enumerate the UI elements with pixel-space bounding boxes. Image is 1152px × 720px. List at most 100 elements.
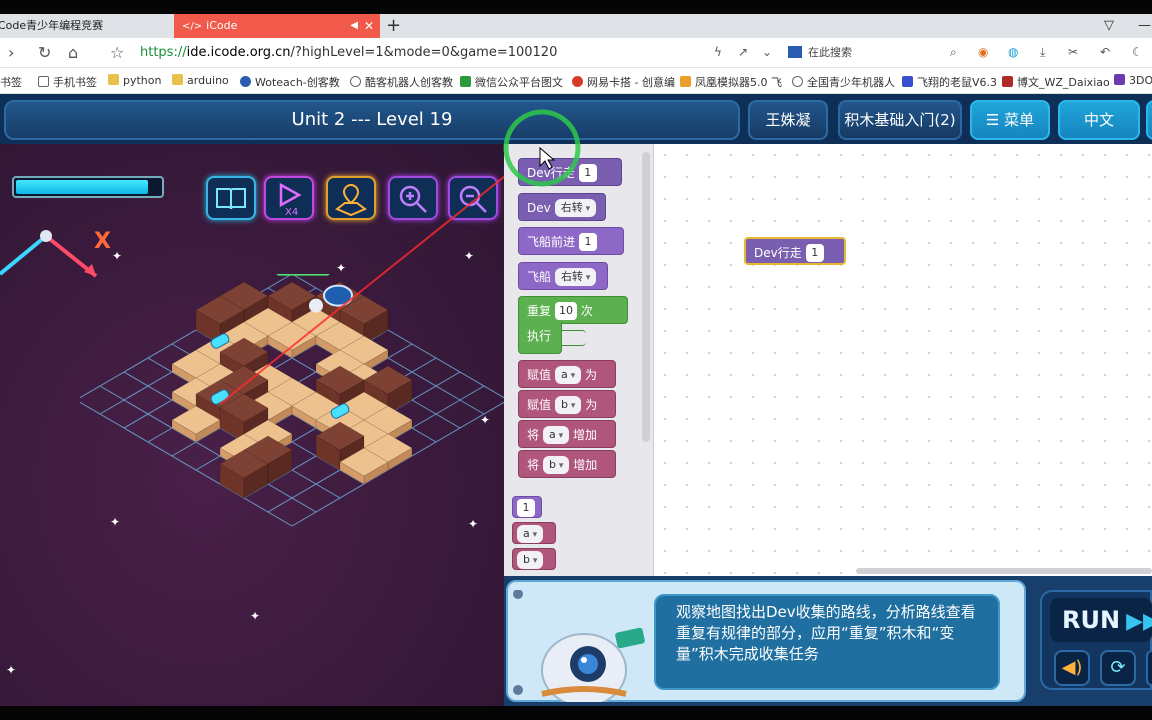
woteach-icon bbox=[240, 76, 251, 87]
turn-dropdown[interactable]: 右转 bbox=[555, 268, 597, 286]
block-assign-a[interactable]: 赋值a 为 bbox=[518, 360, 616, 388]
speaker-icon[interactable]: ◀) bbox=[1054, 650, 1090, 686]
url-scheme: https:// bbox=[140, 45, 187, 60]
game-canvas[interactable]: X4 X ✦ ✦ ✦ ✦ ✦ ✦ ✦ ✦ ✦ bbox=[0, 144, 504, 706]
menu-button[interactable]: ☰ 菜单 bbox=[970, 100, 1050, 140]
code-workspace[interactable] bbox=[654, 144, 1152, 576]
number-value-input[interactable]: 1 bbox=[517, 499, 535, 517]
extra-control-button[interactable] bbox=[1146, 650, 1152, 686]
bottom-letterbox bbox=[0, 706, 1152, 720]
url-field[interactable]: https://ide.icode.org.cn/?highLevel=1&mo… bbox=[140, 45, 557, 60]
block-increase-b[interactable]: 将b 增加 bbox=[518, 450, 616, 478]
blog-icon bbox=[1002, 76, 1013, 87]
minimize-icon[interactable]: — bbox=[1138, 14, 1151, 38]
bookmark-item[interactable]: 手机书签 bbox=[38, 74, 97, 90]
bookmark-item[interactable]: 酷客机器人创客教 bbox=[350, 74, 453, 90]
url-domain: ide.icode.org.cn bbox=[186, 45, 291, 60]
tab-audio-icon[interactable]: ◀ bbox=[350, 14, 358, 38]
game-icon[interactable]: ◉ bbox=[978, 45, 988, 59]
block-increase-a[interactable]: 将a 增加 bbox=[518, 420, 616, 448]
variable-dropdown[interactable]: a bbox=[555, 366, 582, 384]
new-tab-button[interactable]: + bbox=[386, 14, 401, 38]
screen: Code青少年编程竞赛 </> iCode ◀ ✕ + ▽ — › ↻ ⌂ ☆ h… bbox=[0, 0, 1152, 720]
block-repeat[interactable]: 重复 10 次 bbox=[518, 296, 628, 324]
bookmark-item[interactable]: 网易卡搭 - 创意编 bbox=[572, 74, 675, 90]
bookmark-item[interactable]: 全国青少年机器人 bbox=[792, 74, 895, 90]
run-button[interactable]: RUN ▶▶ bbox=[1050, 598, 1152, 642]
block-assign-b[interactable]: 赋值b 为 bbox=[518, 390, 616, 418]
astronaut-mascot-icon bbox=[513, 590, 645, 702]
reload-icon[interactable]: ↻ bbox=[38, 42, 51, 64]
block-variable-b[interactable]: b bbox=[512, 548, 556, 570]
language-button[interactable]: 中文 bbox=[1058, 100, 1140, 140]
night-mode-icon[interactable]: ☾ bbox=[1132, 45, 1143, 59]
variable-dropdown[interactable]: b bbox=[517, 551, 544, 569]
bookmark-item[interactable]: 3DO bbox=[1114, 74, 1152, 87]
fast-forward-icon: ▶▶ bbox=[1126, 609, 1152, 634]
block-variable-a[interactable]: a bbox=[512, 522, 556, 544]
block-dev-turn[interactable]: Dev 右转 bbox=[518, 193, 606, 221]
share-icon[interactable]: ↗ bbox=[738, 45, 748, 59]
forward-icon[interactable]: › bbox=[8, 42, 14, 64]
turn-dropdown[interactable]: 右转 bbox=[554, 199, 597, 217]
variable-dropdown[interactable]: b bbox=[555, 396, 582, 414]
user-name-button[interactable]: 王姝凝 bbox=[748, 100, 828, 140]
toolbox-scrollbar[interactable] bbox=[642, 152, 650, 442]
download-icon[interactable]: ⤓ bbox=[1040, 45, 1045, 60]
scissors-icon[interactable]: ✂ bbox=[1068, 45, 1078, 59]
folder-icon bbox=[108, 74, 119, 85]
bookmark-item[interactable]: 凤凰模拟器5.0 飞 bbox=[680, 74, 782, 90]
tab-close-icon[interactable]: ✕ bbox=[364, 14, 374, 38]
course-button[interactable]: 积木基础入门(2) bbox=[838, 100, 962, 140]
refresh-icon[interactable]: ⟳ bbox=[1100, 650, 1136, 686]
phone-icon bbox=[38, 76, 49, 87]
block-number-input[interactable]: 1 bbox=[805, 244, 824, 262]
tab-code-competition[interactable]: Code青少年编程竞赛 bbox=[0, 14, 174, 38]
lightning-icon[interactable]: ϟ bbox=[714, 45, 722, 59]
variable-dropdown[interactable]: a bbox=[517, 525, 544, 543]
folder-icon bbox=[172, 74, 183, 85]
bookmark-item[interactable]: 博文_WZ_Daixiao bbox=[1002, 74, 1110, 90]
wechat-96-icon bbox=[460, 76, 471, 87]
tab-label: Code青少年编程竞赛 bbox=[0, 19, 104, 32]
search-input[interactable]: 在此搜索 bbox=[788, 44, 968, 62]
bookmark-item[interactable]: arduino bbox=[172, 74, 229, 87]
bookmarks-bar: 书签 手机书签 python arduino Woteach-创客教 酷客机器人… bbox=[0, 68, 1152, 94]
repeat-count-input[interactable]: 10 bbox=[555, 302, 578, 320]
tab-icode[interactable]: </> iCode ◀ ✕ bbox=[174, 14, 380, 38]
hint-text: 观察地图找出Dev收集的路线，分析路线查看重复有规律的部分，应用“重复”积木和“… bbox=[654, 594, 1000, 690]
variable-dropdown[interactable]: a bbox=[543, 426, 570, 444]
variable-dropdown[interactable]: b bbox=[543, 456, 570, 474]
top-letterbox bbox=[0, 0, 1152, 14]
globe-icon bbox=[350, 76, 361, 87]
shirt-icon[interactable]: ▽ bbox=[1104, 14, 1114, 38]
block-repeat-body: 执行 bbox=[518, 322, 562, 354]
level-title: Unit 2 --- Level 19 bbox=[4, 100, 740, 140]
feixiang-icon bbox=[902, 76, 913, 87]
block-ship-forward[interactable]: 飞船前进 1 bbox=[518, 227, 624, 255]
block-number-input[interactable]: 1 bbox=[579, 233, 598, 251]
phoenix-icon bbox=[680, 76, 691, 87]
bookmark-item[interactable]: Woteach-创客教 bbox=[240, 74, 340, 90]
block-number[interactable]: 1 bbox=[512, 496, 542, 518]
search-engine-icon bbox=[788, 46, 802, 58]
bookmark-item[interactable]: 书签 bbox=[0, 74, 22, 90]
bookmark-item[interactable]: 飞翔的老鼠V6.3 bbox=[902, 74, 997, 90]
extra-header-button[interactable] bbox=[1146, 100, 1152, 140]
tab-bar: Code青少年编程竞赛 </> iCode ◀ ✕ bbox=[0, 14, 1152, 38]
block-ship-turn[interactable]: 飞船 右转 bbox=[518, 262, 608, 290]
bookmark-item[interactable]: 微信公众平台图文 bbox=[460, 74, 563, 90]
workspace-scrollbar[interactable] bbox=[856, 568, 1152, 574]
undo-icon[interactable]: ↶ bbox=[1100, 45, 1110, 59]
search-icon[interactable]: ⌕ bbox=[950, 45, 957, 60]
bookmark-item[interactable]: python bbox=[108, 74, 161, 87]
chevron-down-icon[interactable]: ⌄ bbox=[762, 45, 772, 59]
icode-favicon-icon: </> bbox=[182, 21, 203, 32]
netease-icon bbox=[572, 76, 583, 87]
extension-icon[interactable]: ◍ bbox=[1008, 45, 1018, 59]
workspace-block-dev-walk[interactable]: Dev行走 1 bbox=[744, 237, 846, 265]
cursor-highlight bbox=[503, 109, 581, 187]
3do-icon bbox=[1114, 74, 1125, 85]
home-icon[interactable]: ⌂ bbox=[68, 42, 78, 64]
bookmark-star-icon[interactable]: ☆ bbox=[110, 42, 124, 64]
